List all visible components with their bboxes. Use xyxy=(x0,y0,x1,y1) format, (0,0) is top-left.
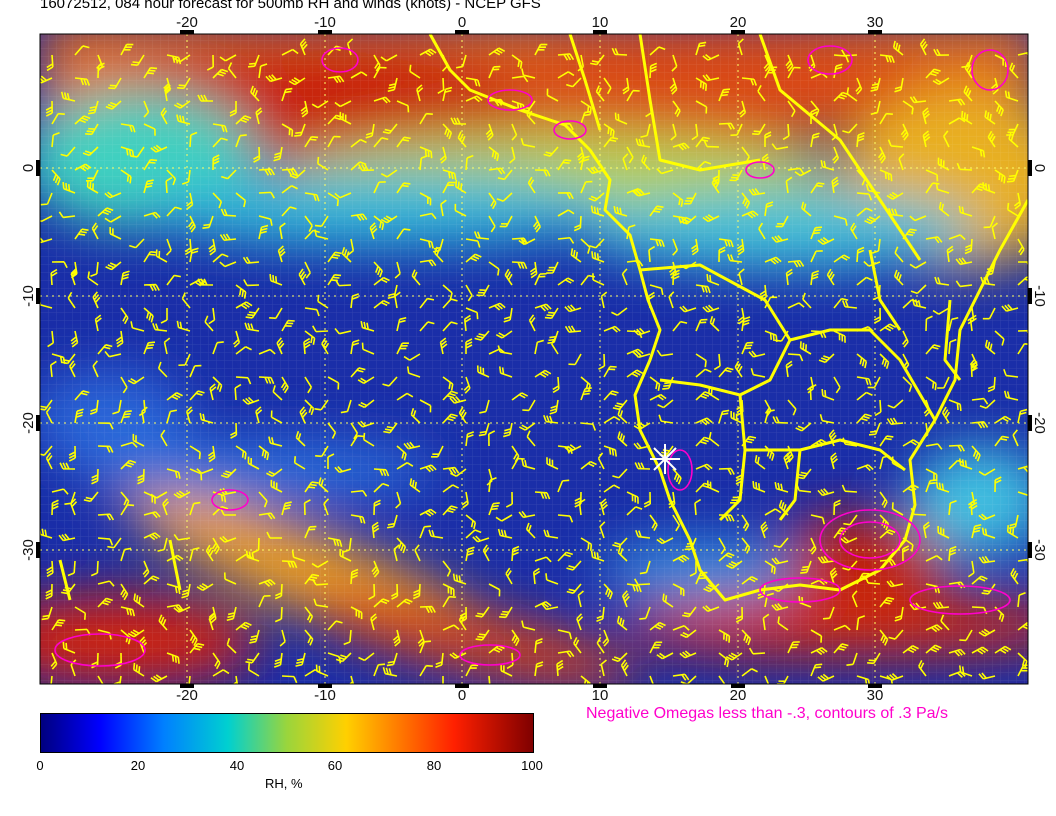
lon-tick-label: 0 xyxy=(458,14,466,31)
lat-labels-left: 0 -10 -20 -30 xyxy=(20,164,37,561)
colorbar-tick: 0 xyxy=(36,758,44,773)
lon-tick-label: -10 xyxy=(314,687,336,700)
lat-tick-label: -30 xyxy=(20,539,37,561)
lon-tick-label: 0 xyxy=(458,687,466,700)
rh-field xyxy=(40,34,1028,684)
rh-colorbar xyxy=(40,713,534,753)
lon-labels-top: -20 -10 0 10 20 30 xyxy=(176,14,883,31)
lon-tick-label: 10 xyxy=(592,687,609,700)
station-marker xyxy=(650,444,680,474)
lon-tick-label: 30 xyxy=(867,14,884,31)
lon-tick-label: 20 xyxy=(730,687,747,700)
lat-tick-label: -30 xyxy=(1031,539,1048,561)
lon-tick-label: 30 xyxy=(867,687,884,700)
lat-tick-label: 0 xyxy=(1031,164,1048,172)
colorbar-tick: 20 xyxy=(130,758,146,773)
colorbar-tick: 60 xyxy=(327,758,343,773)
lat-tick-label: -20 xyxy=(20,412,37,434)
lat-tick-label: -10 xyxy=(1031,285,1048,307)
colorbar-label: RH, % xyxy=(265,776,303,791)
lon-tick-label: 10 xyxy=(592,14,609,31)
colorbar-tick: 40 xyxy=(229,758,245,773)
lat-tick-label: -20 xyxy=(1031,412,1048,434)
lon-tick-label: -20 xyxy=(176,14,198,31)
lon-labels-bottom: -20 -10 0 10 20 30 xyxy=(176,687,883,700)
lat-labels-right: 0 -10 -20 -30 xyxy=(1031,164,1048,561)
forecast-map: -20 -10 0 10 20 30 -20 -10 0 10 20 30 0 … xyxy=(20,14,1048,700)
lon-tick-label: -20 xyxy=(176,687,198,700)
lon-tick-label: 20 xyxy=(730,14,747,31)
colorbar-tick: 80 xyxy=(426,758,442,773)
lat-tick-label: 0 xyxy=(20,164,37,172)
omega-legend-note: Negative Omegas less than -.3, contours … xyxy=(586,705,948,722)
lon-tick-label: -10 xyxy=(314,14,336,31)
lat-tick-label: -10 xyxy=(20,285,37,307)
colorbar-tick: 100 xyxy=(521,758,543,773)
